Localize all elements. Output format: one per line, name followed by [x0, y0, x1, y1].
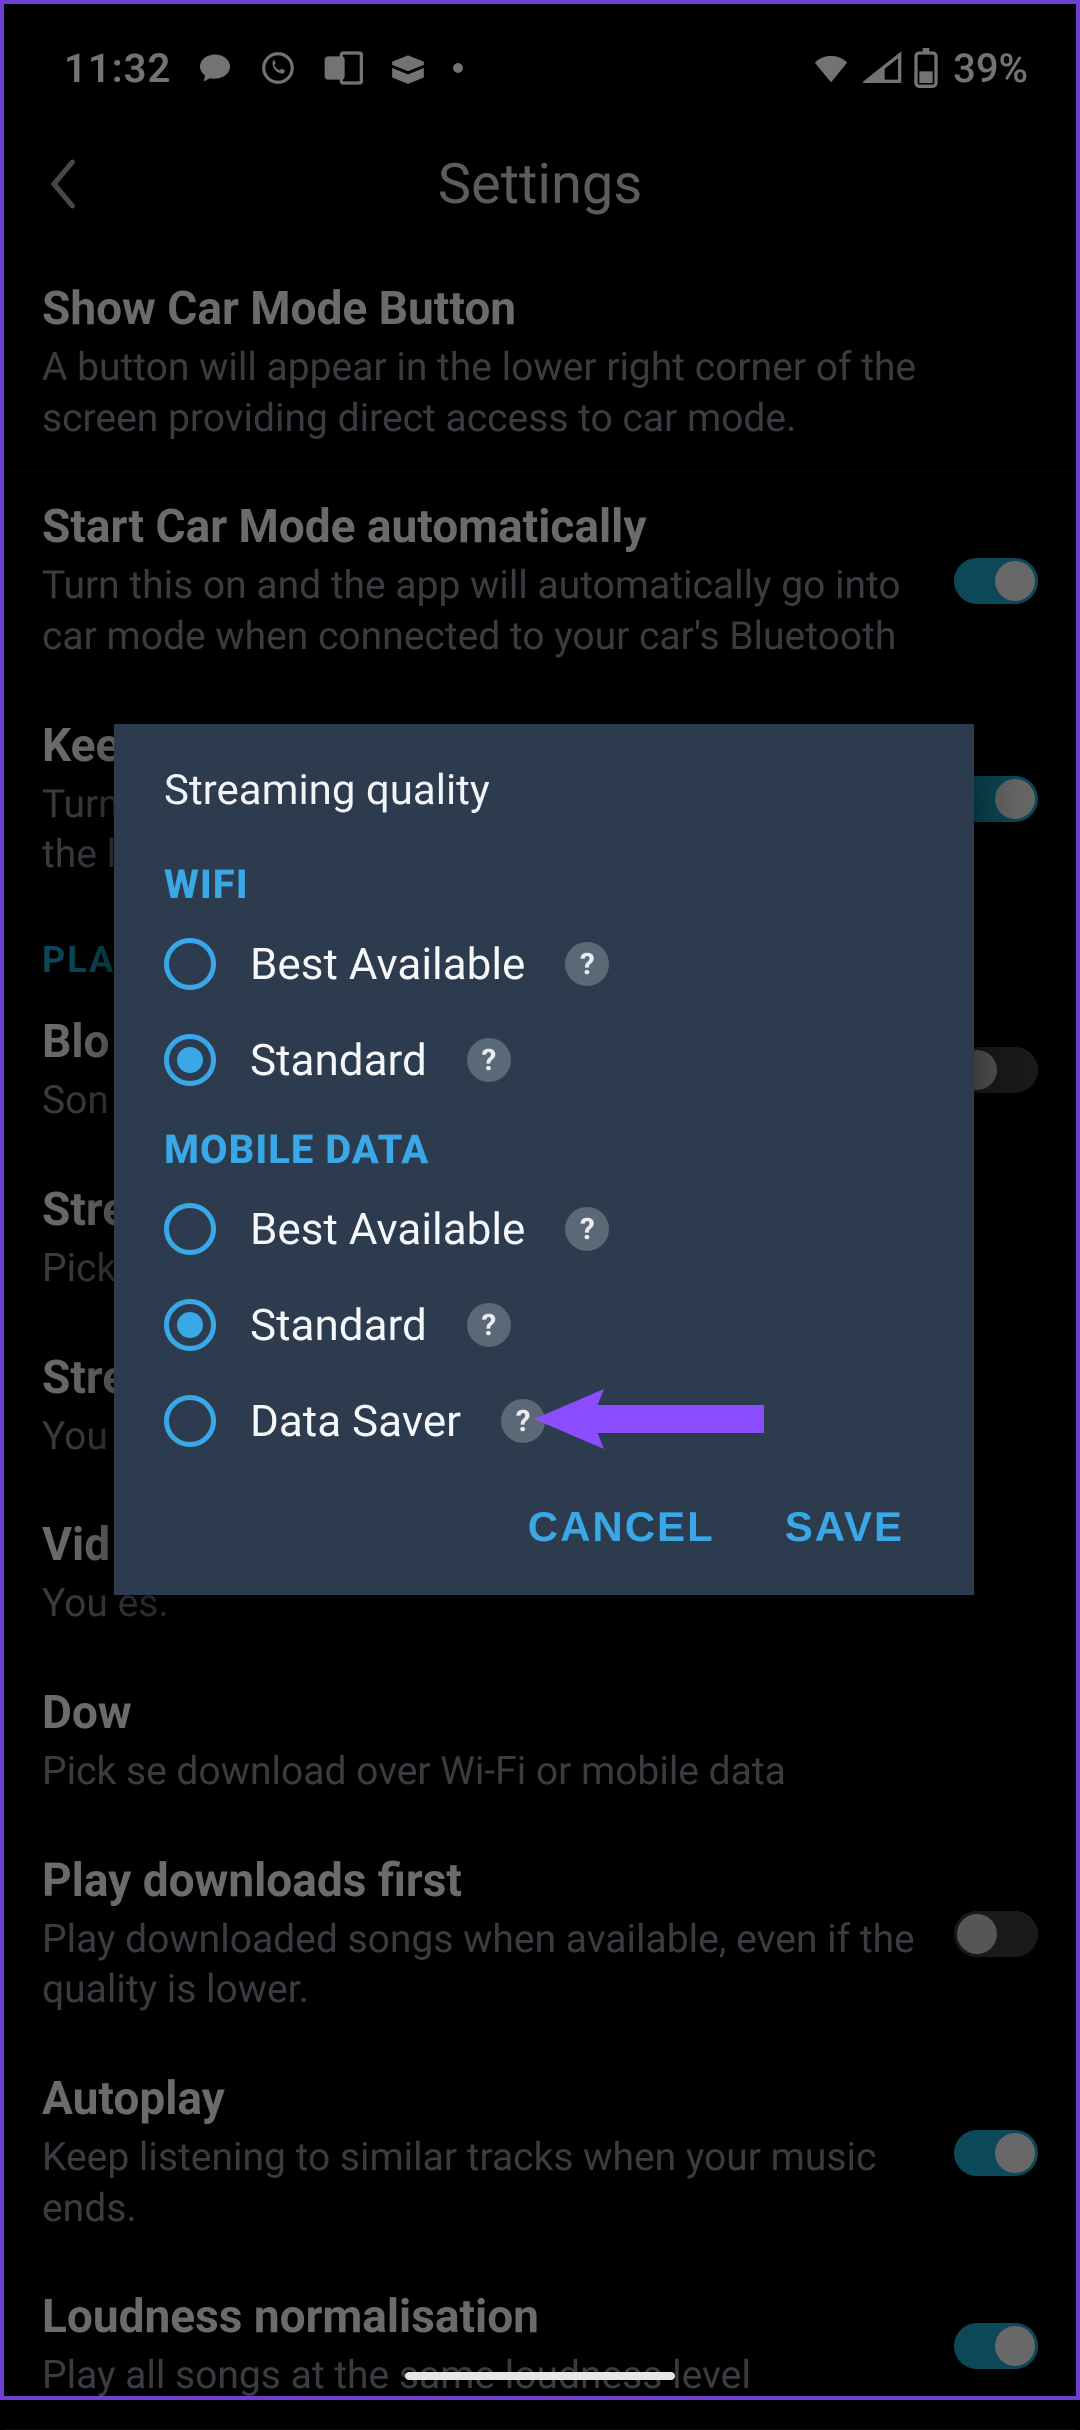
radio-mobile-datasaver[interactable]: Data Saver ? [114, 1373, 974, 1469]
save-button[interactable]: SAVE [785, 1503, 904, 1551]
radio-wifi-best[interactable]: Best Available ? [114, 916, 974, 1012]
radio-icon [164, 1034, 216, 1086]
radio-icon [164, 1299, 216, 1351]
help-icon[interactable]: ? [467, 1038, 511, 1082]
radio-icon [164, 938, 216, 990]
radio-icon [164, 1395, 216, 1447]
radio-mobile-best[interactable]: Best Available ? [114, 1181, 974, 1277]
radio-label: Standard [250, 1299, 427, 1351]
cancel-button[interactable]: CANCEL [528, 1503, 715, 1551]
help-icon[interactable]: ? [565, 942, 609, 986]
radio-icon [164, 1203, 216, 1255]
radio-label: Best Available [250, 938, 525, 990]
help-icon[interactable]: ? [501, 1399, 545, 1443]
dialog-section-wifi: WIFI [114, 843, 974, 916]
radio-label: Data Saver [250, 1395, 461, 1447]
help-icon[interactable]: ? [565, 1207, 609, 1251]
radio-wifi-standard[interactable]: Standard ? [114, 1012, 974, 1108]
radio-label: Best Available [250, 1203, 525, 1255]
help-icon[interactable]: ? [467, 1303, 511, 1347]
dialog-section-mobile: MOBILE DATA [114, 1108, 974, 1181]
radio-label: Standard [250, 1034, 427, 1086]
home-indicator[interactable] [405, 2372, 675, 2380]
dialog-title: Streaming quality [114, 766, 974, 843]
radio-mobile-standard[interactable]: Standard ? [114, 1277, 974, 1373]
dialog-actions: CANCEL SAVE [114, 1469, 974, 1561]
streaming-quality-dialog: Streaming quality WIFI Best Available ? … [114, 724, 974, 1595]
